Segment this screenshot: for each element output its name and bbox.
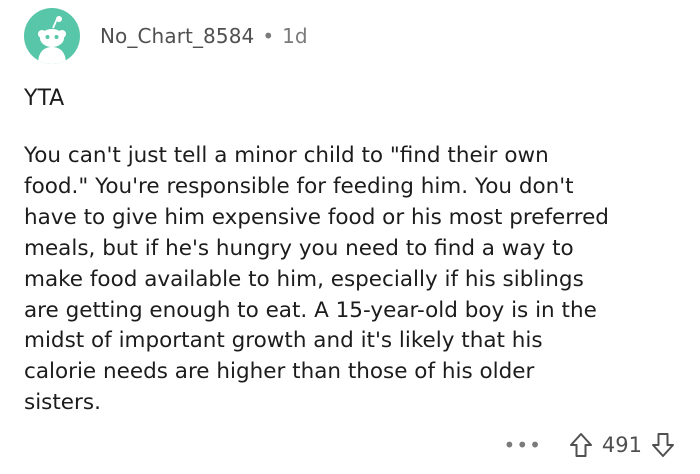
- upvote-arrow-icon[interactable]: [568, 431, 594, 459]
- vote-score: 491: [601, 433, 642, 457]
- more-options-icon[interactable]: •••: [504, 435, 542, 455]
- snoo-avatar-icon[interactable]: [24, 8, 80, 64]
- comment-body-line: midst of important growth and it's likel…: [24, 328, 543, 354]
- comment-author[interactable]: No_Chart_8584: [100, 24, 254, 48]
- comment-body-line: food." You're responsible for feeding hi…: [24, 173, 574, 199]
- comment-body: You can't just tell a minor child to "fi…: [24, 141, 674, 419]
- comment-verdict: YTA: [24, 86, 65, 111]
- comment-body-line: have to give him expensive food or his m…: [24, 204, 609, 230]
- comment-age: 1d: [282, 24, 308, 48]
- comment: No_Chart_8584 • 1d YTA You can't just te…: [0, 0, 700, 474]
- meta-separator: •: [262, 24, 275, 48]
- comment-body-line: sisters.: [24, 390, 101, 416]
- downvote-arrow-icon[interactable]: [650, 431, 676, 459]
- comment-actions: ••• 491: [504, 428, 676, 462]
- comment-header: No_Chart_8584 • 1d: [24, 8, 308, 64]
- comment-body-line: are getting enough to eat. A 15-year-old…: [24, 297, 597, 323]
- comment-body-line: make food available to him, especially i…: [24, 266, 584, 292]
- comment-body-line: calorie needs are higher than those of h…: [24, 359, 535, 385]
- comment-body-line: meals, but if he's hungry you need to fi…: [24, 235, 574, 261]
- comment-body-line: You can't just tell a minor child to "fi…: [24, 143, 549, 168]
